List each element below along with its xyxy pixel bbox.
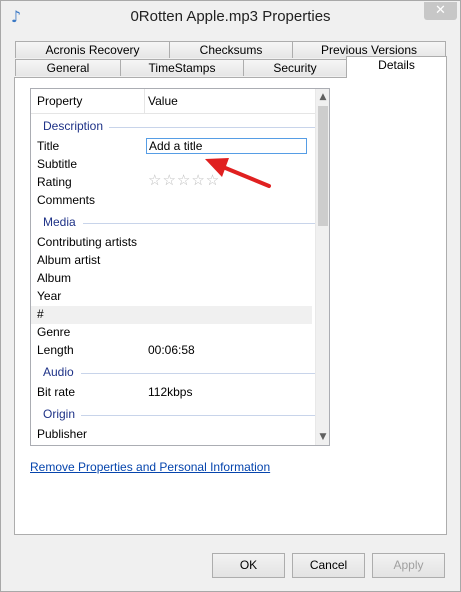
group-divider xyxy=(81,373,315,374)
tab-acronis-recovery[interactable]: Acronis Recovery xyxy=(15,41,170,58)
group-origin: Origin xyxy=(43,407,76,421)
scroll-thumb[interactable] xyxy=(318,106,328,226)
tab-checksums[interactable]: Checksums xyxy=(169,41,293,58)
tab-security[interactable]: Security xyxy=(243,59,347,76)
title-bar: ♪ 0Rotten Apple.mp3 Properties ✕ xyxy=(1,1,460,34)
details-list[interactable]: Property Value Description Title Subtitl… xyxy=(30,88,330,446)
ok-button[interactable]: OK xyxy=(212,553,285,578)
value-length: 00:06:58 xyxy=(148,343,195,357)
prop-comments[interactable]: Comments xyxy=(37,193,95,207)
properties-dialog: ♪ 0Rotten Apple.mp3 Properties ✕ Acronis… xyxy=(0,0,461,592)
prop-contributing-artists[interactable]: Contributing artists xyxy=(37,235,137,249)
details-panel: Property Value Description Title Subtitl… xyxy=(14,77,447,535)
prop-bit-rate[interactable]: Bit rate xyxy=(37,385,75,399)
close-button[interactable]: ✕ xyxy=(424,2,457,20)
prop-publisher[interactable]: Publisher xyxy=(37,427,87,441)
column-separator[interactable] xyxy=(144,89,145,113)
prop-number[interactable]: # xyxy=(37,307,44,321)
column-header-property[interactable]: Property xyxy=(37,94,82,108)
window-title: 0Rotten Apple.mp3 Properties xyxy=(130,8,331,25)
column-header-value[interactable]: Value xyxy=(148,94,178,108)
title-input[interactable] xyxy=(146,138,307,154)
vertical-scrollbar[interactable]: ▲ ▼ xyxy=(315,89,329,445)
tab-general[interactable]: General xyxy=(15,59,121,76)
list-header: Property Value xyxy=(31,89,329,114)
group-divider xyxy=(83,223,315,224)
prop-genre[interactable]: Genre xyxy=(37,325,70,339)
group-description: Description xyxy=(43,119,104,133)
remove-properties-link[interactable]: Remove Properties and Personal Informati… xyxy=(30,460,270,474)
prop-album-artist[interactable]: Album artist xyxy=(37,253,100,267)
group-divider xyxy=(109,127,315,128)
tab-details[interactable]: Details xyxy=(346,56,447,78)
prop-subtitle[interactable]: Subtitle xyxy=(37,157,77,171)
tab-timestamps[interactable]: TimeStamps xyxy=(120,59,244,76)
group-media: Media xyxy=(43,215,76,229)
selected-row xyxy=(31,306,312,324)
value-bit-rate: 112kbps xyxy=(148,385,193,399)
prop-album[interactable]: Album xyxy=(37,271,71,285)
cancel-button[interactable]: Cancel xyxy=(292,553,365,578)
prop-rating[interactable]: Rating xyxy=(37,175,72,189)
group-audio: Audio xyxy=(43,365,74,379)
rating-stars[interactable]: ☆☆☆☆☆ xyxy=(148,173,220,188)
scroll-up-icon[interactable]: ▲ xyxy=(316,89,329,105)
prop-title[interactable]: Title xyxy=(37,139,59,153)
group-divider xyxy=(81,415,315,416)
apply-button[interactable]: Apply xyxy=(372,553,445,578)
prop-length[interactable]: Length xyxy=(37,343,74,357)
scroll-down-icon[interactable]: ▼ xyxy=(316,429,329,445)
prop-year[interactable]: Year xyxy=(37,289,61,303)
